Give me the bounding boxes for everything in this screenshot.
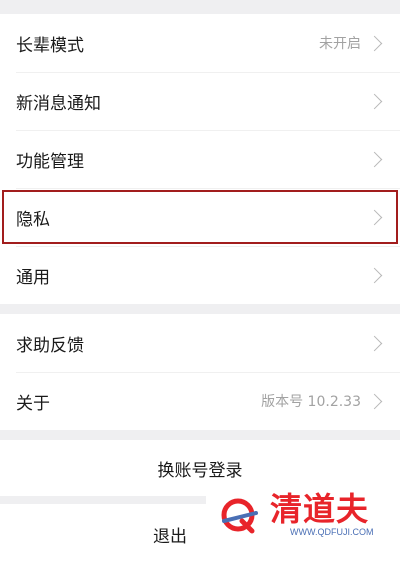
- settings-row-help-feedback[interactable]: 求助反馈: [0, 314, 400, 372]
- chevron-right-icon: [366, 209, 383, 225]
- qdfuji-logo-icon: [221, 498, 258, 534]
- settings-row-about[interactable]: 关于 版本号 10.2.33: [0, 372, 400, 430]
- watermark: 清道夫 WWW.QDFUJI.COM: [206, 488, 400, 542]
- settings-row-general[interactable]: 通用: [0, 246, 400, 304]
- settings-row-label: 功能管理: [16, 151, 84, 172]
- watermark-brand: 清道夫: [270, 490, 370, 528]
- settings-row-elder-mode[interactable]: 长辈模式 未开启: [0, 14, 400, 72]
- top-spacer: [0, 0, 400, 14]
- chevron-right-icon: [366, 151, 383, 167]
- settings-row-value: 未开启: [319, 36, 361, 52]
- settings-row-label: 关于: [16, 393, 50, 414]
- settings-row-label: 新消息通知: [16, 93, 101, 114]
- settings-row-privacy[interactable]: 隐私: [0, 188, 400, 246]
- chevron-right-icon: [366, 267, 383, 283]
- chevron-right-icon: [366, 335, 383, 351]
- version-value: 版本号 10.2.33: [261, 394, 361, 410]
- settings-row-feature-management[interactable]: 功能管理: [0, 130, 400, 188]
- settings-row-new-message-notification[interactable]: 新消息通知: [0, 72, 400, 130]
- section-divider: [0, 430, 400, 440]
- settings-row-label: 隐私: [16, 209, 50, 230]
- settings-group-main: 长辈模式 未开启 新消息通知 功能管理 隐私 通用: [0, 14, 400, 304]
- section-divider: [0, 304, 400, 314]
- chevron-right-icon: [366, 393, 383, 409]
- settings-group-help: 求助反馈 关于 版本号 10.2.33: [0, 314, 400, 430]
- settings-row-label: 求助反馈: [16, 335, 84, 356]
- chevron-right-icon: [366, 35, 383, 51]
- settings-row-label: 通用: [16, 267, 50, 288]
- settings-row-label: 长辈模式: [16, 35, 84, 56]
- chevron-right-icon: [366, 93, 383, 109]
- watermark-url: WWW.QDFUJI.COM: [290, 527, 374, 537]
